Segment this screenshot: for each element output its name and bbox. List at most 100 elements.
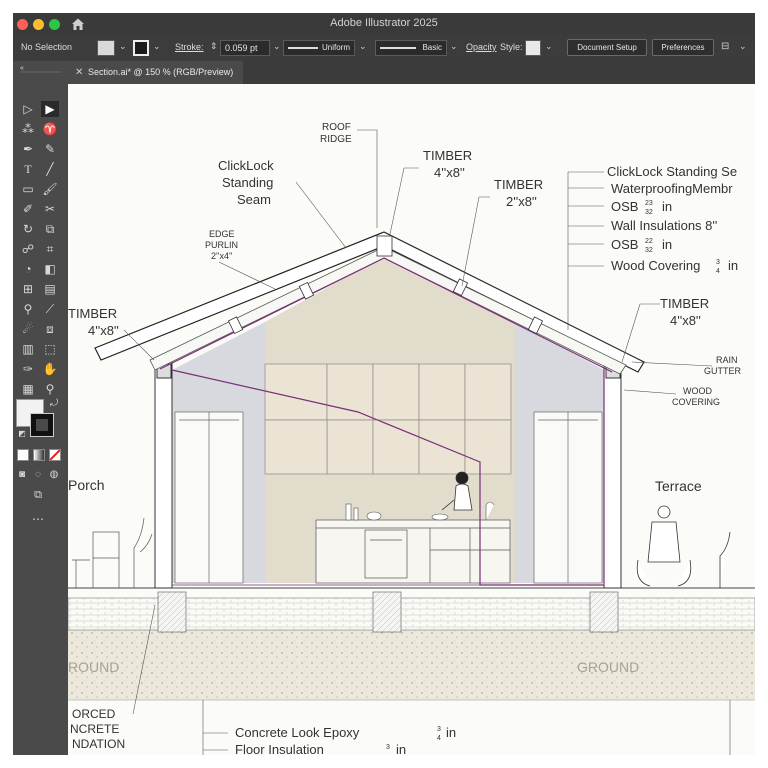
- app-title: Adobe Illustrator 2025: [330, 17, 438, 29]
- document-tab-label: Section.ai* @ 150 % (RGB/Preview): [88, 67, 234, 77]
- layer-3-num: 23: [645, 200, 653, 207]
- layer-legend: ClickLock Standing Se WaterproofingMembr…: [607, 164, 738, 275]
- title-bar: Adobe Illustrator 2025: [13, 13, 755, 35]
- symbol-sprayer-tool-icon[interactable]: ☄: [19, 321, 37, 337]
- shaper-tool-icon[interactable]: ✐: [19, 201, 37, 217]
- rotate-tool-icon[interactable]: ↻: [19, 221, 37, 237]
- layer-6-num: 3: [716, 259, 720, 266]
- measure-tool-icon[interactable]: ⟋: [41, 301, 59, 317]
- default-colors-icon[interactable]: ◩: [13, 426, 31, 442]
- stepper-icon[interactable]: ⇕: [210, 41, 218, 52]
- bottom-note-2: Floor Insulation: [235, 742, 324, 755]
- gradient-tool-icon[interactable]: ▤: [41, 281, 59, 297]
- magic-wand-tool-icon[interactable]: ⁂: [19, 121, 37, 137]
- porch-furniture: [72, 517, 153, 588]
- artboard-tool-icon[interactable]: ⬚: [41, 341, 59, 357]
- layer-1: ClickLock Standing Se: [607, 164, 737, 179]
- scale-tool-icon[interactable]: ⧉: [41, 221, 59, 237]
- more-tools-icon[interactable]: ⋯: [29, 511, 47, 527]
- none-mode-icon[interactable]: [49, 449, 61, 461]
- chevron-down-icon[interactable]: ⌄: [450, 41, 458, 52]
- type-tool-icon[interactable]: T: [19, 161, 37, 177]
- chevron-down-icon[interactable]: ⌄: [359, 41, 367, 52]
- kitchen-counter: [315, 519, 511, 584]
- timber-rafter-label: TIMBER 2''x8'': [494, 177, 543, 209]
- tools-panel: « ▷ ▶ ⁂ ♈ ✒ ✎ T ╱ ▭ 🖌 ✐ ✂ ↻ ⧉ ☍ ⌗ ◔ ◧ ⊞ …: [13, 61, 69, 755]
- draw-inside-icon[interactable]: ◍: [45, 467, 63, 483]
- arrange-icon[interactable]: ⊟: [721, 41, 729, 52]
- paintbrush-tool-icon[interactable]: 🖌: [41, 181, 59, 197]
- edge-purlin-label: EDGE PURLIN 2''x4'': [205, 229, 238, 261]
- hand-tool-icon[interactable]: ✋: [41, 361, 59, 377]
- screen-mode-icon[interactable]: ⧉: [29, 487, 47, 503]
- roof-ridge-label: ROOF RIDGE: [320, 122, 352, 145]
- pen-tool-icon[interactable]: ✒: [19, 141, 37, 157]
- chevron-down-icon[interactable]: ⌄: [273, 41, 281, 52]
- fill-swatch[interactable]: [97, 40, 115, 56]
- bottom-note-1-num: 3: [437, 726, 441, 733]
- right-window: [533, 411, 603, 584]
- stroke-swatch[interactable]: [133, 40, 149, 56]
- artboard-canvas[interactable]: ROOF RIDGE ClickLock Standing Seam TIMBER 4'…: [68, 84, 755, 755]
- lasso-tool-icon[interactable]: ♈: [41, 121, 59, 137]
- direct-selection-tool-icon[interactable]: ▶: [41, 101, 59, 117]
- collapse-icon[interactable]: «: [13, 61, 31, 77]
- footing-center: [372, 591, 402, 633]
- layer-5-num: 22: [645, 238, 653, 245]
- wood-covering-label: WOOD COVERING: [672, 386, 720, 407]
- rectangle-tool-icon[interactable]: ▭: [19, 181, 37, 197]
- slice-tool-icon[interactable]: ✑: [19, 361, 37, 377]
- blend-tool-icon[interactable]: ⧈: [41, 321, 59, 337]
- color-mode-icon[interactable]: [17, 449, 29, 461]
- bottom-note-2-num: 3: [386, 744, 390, 751]
- layer-5-den: 32: [645, 247, 653, 254]
- footing-right: [589, 591, 619, 633]
- control-bar: No Selection ⌄ ⌄ Stroke: ⇕ 0.059 pt ⌄ Un…: [13, 35, 755, 62]
- live-paint-tool-icon[interactable]: ◧: [41, 261, 59, 277]
- bottom-note-1-unit: in: [446, 725, 456, 740]
- eyedropper-tool-icon[interactable]: ⚲: [19, 301, 37, 317]
- bottom-note-1: Concrete Look Epoxy: [235, 725, 360, 740]
- timber-ridge-label: TIMBER 4''x8'': [423, 148, 472, 180]
- chevron-down-icon[interactable]: ⌄: [119, 41, 127, 52]
- stroke-color-swatch[interactable]: [30, 413, 54, 437]
- perspective-grid-tool-icon[interactable]: ⊞: [19, 281, 37, 297]
- chevron-down-icon[interactable]: ⌄: [545, 41, 553, 52]
- document-tab[interactable]: ✕ Section.ai* @ 150 % (RGB/Preview): [68, 61, 243, 84]
- curvature-tool-icon[interactable]: ✎: [41, 141, 59, 157]
- timber-left-label: TIMBER 4''x8'': [68, 306, 119, 338]
- warp-tool-icon[interactable]: ☍: [19, 241, 37, 257]
- brush-definition[interactable]: Basic: [375, 40, 447, 56]
- layer-4: Wall Insulations 8'': [611, 218, 717, 233]
- line-tool-icon[interactable]: ╱: [41, 161, 59, 177]
- document-setup-button[interactable]: Document Setup: [567, 39, 647, 56]
- style-swatch[interactable]: [525, 40, 541, 56]
- column-graph-tool-icon[interactable]: ▥: [19, 341, 37, 357]
- bottom-note-2-unit: in: [396, 742, 406, 755]
- layer-5: OSB: [611, 237, 638, 252]
- terrace-person: [636, 505, 731, 588]
- layer-2: WaterproofingMembr: [611, 181, 733, 196]
- wall-tiles: [264, 363, 512, 475]
- zoom-tool-icon[interactable]: ⚲: [41, 381, 59, 397]
- chevron-down-icon[interactable]: ⌄: [153, 41, 161, 52]
- document-tab-bar: ✕ Section.ai* @ 150 % (RGB/Preview): [68, 61, 755, 84]
- close-icon[interactable]: ✕: [75, 61, 83, 84]
- preferences-button[interactable]: Preferences: [652, 39, 714, 56]
- free-transform-tool-icon[interactable]: ⌗: [41, 241, 59, 257]
- layer-3-den: 32: [645, 209, 653, 216]
- print-tiling-tool-icon[interactable]: ▦: [19, 381, 37, 397]
- shape-builder-tool-icon[interactable]: ◔: [19, 261, 37, 277]
- swap-colors-icon[interactable]: ⤾: [45, 396, 63, 412]
- profile-label: Uniform: [321, 43, 350, 52]
- opacity-label[interactable]: Opacity: [466, 42, 497, 52]
- foundation-label: ORCED NCRETE NDATION: [70, 707, 125, 751]
- gradient-mode-icon[interactable]: [33, 449, 45, 461]
- stroke-weight-field[interactable]: 0.059 pt: [220, 40, 270, 56]
- chevron-down-icon[interactable]: ⌄: [739, 41, 747, 52]
- selection-tool-icon[interactable]: ▷: [19, 101, 37, 117]
- variable-width-profile[interactable]: Uniform: [283, 40, 355, 56]
- footing-left: [157, 591, 187, 633]
- selection-status: No Selection: [21, 42, 73, 52]
- scissors-tool-icon[interactable]: ✂: [41, 201, 59, 217]
